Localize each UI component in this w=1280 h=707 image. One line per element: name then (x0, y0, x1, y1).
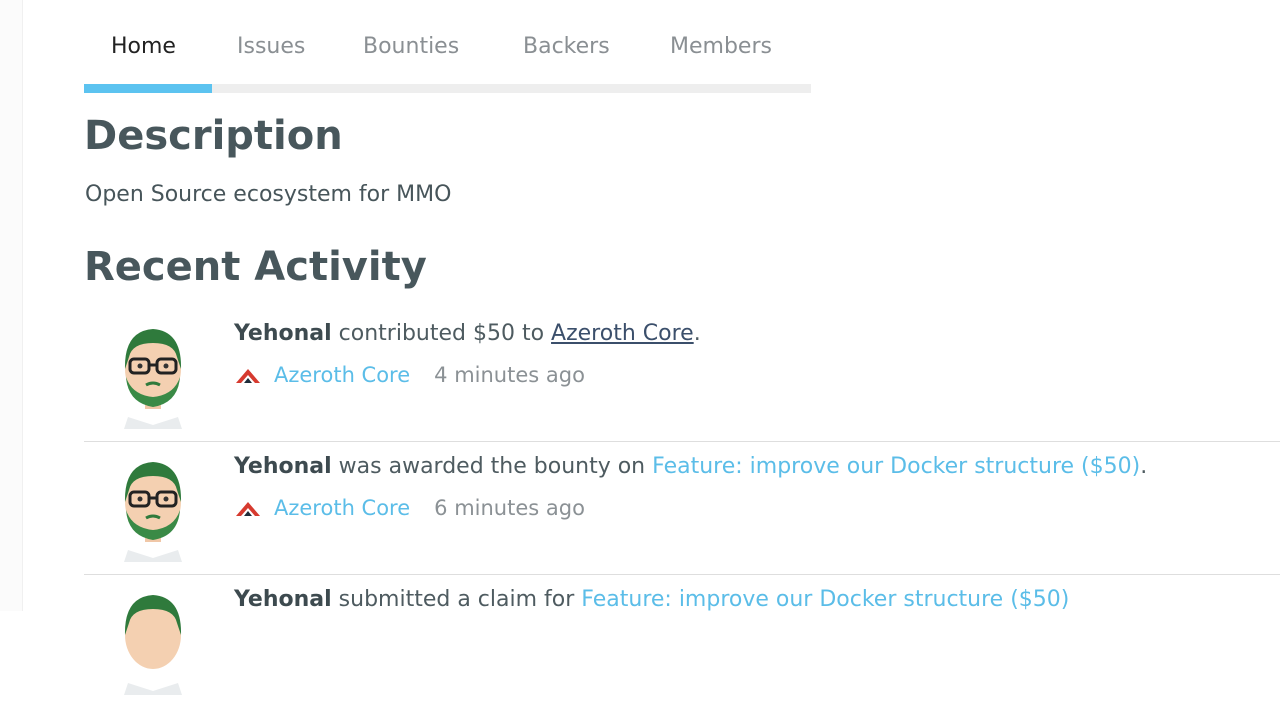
activity-target-link[interactable]: Feature: improve our Docker structure ($… (581, 587, 1069, 612)
activity-action: contributed $50 to (331, 321, 552, 346)
user-avatar[interactable] (114, 454, 192, 562)
project-link[interactable]: Azeroth Core (274, 363, 410, 387)
activity-actor[interactable]: Yehonal (234, 454, 332, 479)
activity-item: Yehonal contributed $50 to Azeroth Core.… (84, 309, 1280, 442)
activity-target-link[interactable]: Azeroth Core (551, 321, 694, 346)
azeroth-core-icon (236, 369, 260, 383)
tab-issues[interactable]: Issues (237, 34, 305, 59)
tab-bar: Home Issues Bounties Backers Members (84, 30, 811, 93)
user-avatar[interactable] (114, 321, 192, 429)
project-link[interactable]: Azeroth Core (274, 496, 410, 520)
description-text: Open Source ecosystem for MMO (85, 182, 452, 207)
activity-actor[interactable]: Yehonal (234, 587, 332, 612)
tab-bounties[interactable]: Bounties (363, 34, 459, 59)
activity-meta: Azeroth Core 6 minutes ago (234, 496, 585, 520)
activity-suffix: . (1140, 454, 1148, 479)
user-avatar[interactable] (114, 587, 192, 695)
azeroth-core-icon (236, 502, 260, 516)
activity-action: was awarded the bounty on (331, 454, 653, 479)
tab-home[interactable]: Home (111, 34, 176, 59)
left-panel-edge (0, 0, 23, 611)
description-heading: Description (84, 113, 343, 159)
activity-action: submitted a claim for (331, 587, 582, 612)
activity-text: Yehonal contributed $50 to Azeroth Core. (234, 321, 701, 346)
activity-target-link[interactable]: Feature: improve our Docker structure ($… (652, 454, 1140, 479)
tab-backers[interactable]: Backers (523, 34, 610, 59)
activity-suffix: . (693, 321, 701, 346)
recent-activity-heading: Recent Activity (84, 244, 427, 290)
activity-timestamp: 4 minutes ago (434, 363, 585, 387)
activity-item: Yehonal submitted a claim for Feature: i… (84, 575, 1280, 707)
activity-text: Yehonal submitted a claim for Feature: i… (234, 587, 1069, 612)
activity-item: Yehonal was awarded the bounty on Featur… (84, 442, 1280, 575)
tab-members[interactable]: Members (670, 34, 772, 59)
activity-timestamp: 6 minutes ago (434, 496, 585, 520)
active-tab-indicator (84, 84, 212, 93)
activity-meta: Azeroth Core 4 minutes ago (234, 363, 585, 387)
activity-actor[interactable]: Yehonal (234, 321, 332, 346)
activity-text: Yehonal was awarded the bounty on Featur… (234, 454, 1147, 479)
tab-track (84, 84, 811, 93)
